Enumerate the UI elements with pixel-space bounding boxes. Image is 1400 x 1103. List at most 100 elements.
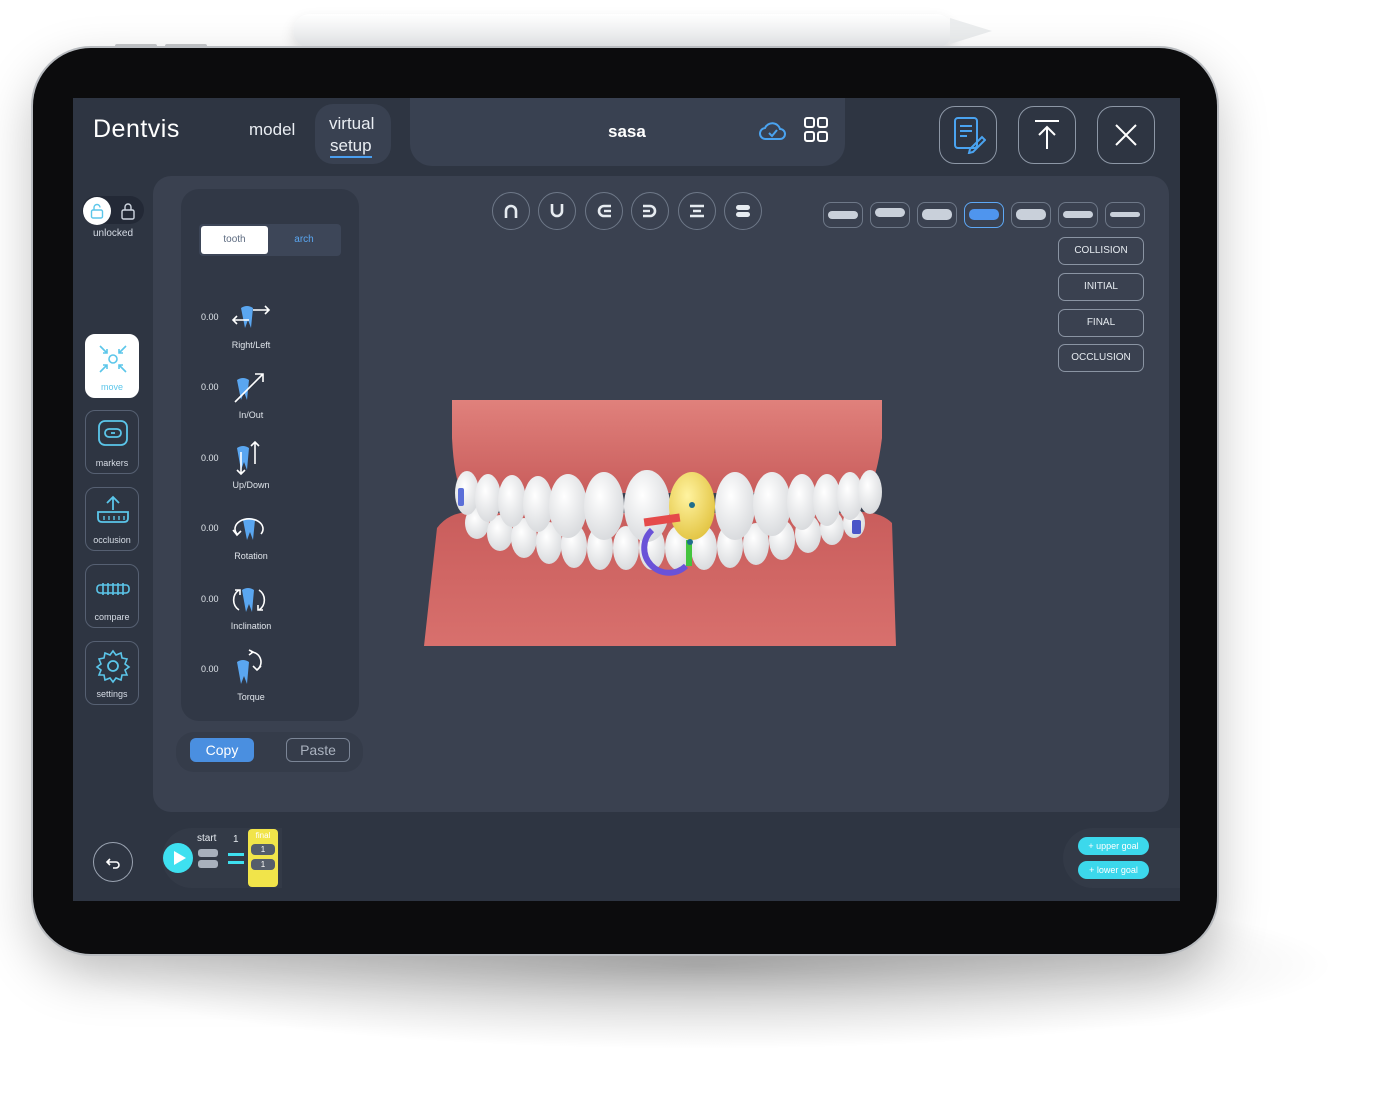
marker [458,488,464,506]
app-screen: Dentvis model virtual setup sasa unlocke… [73,98,1180,901]
layer-button-6[interactable] [1058,202,1098,228]
view-right-side-button[interactable] [585,192,623,230]
torque-label: Torque [237,692,265,702]
case-title: sasa [608,122,646,141]
layer-button-5[interactable] [1011,202,1051,228]
view-upper-arch-button[interactable] [492,192,530,230]
final-button[interactable]: FINAL [1058,309,1144,337]
segment-arch[interactable]: arch [269,226,339,254]
lower-goal-button[interactable]: + lower goal [1078,861,1149,879]
unlock-knob[interactable] [83,197,111,225]
layer-bar [1016,209,1046,220]
compare-icon [96,583,130,595]
timeline-connector-icon [228,853,244,864]
upload-button[interactable] [1018,106,1076,164]
grid-icon[interactable] [803,116,829,144]
left-side-icon [643,204,657,218]
torque-icon[interactable] [229,648,269,688]
lower-arch-icon [550,204,564,218]
collision-button[interactable]: COLLISION [1058,237,1144,265]
right-left-icon[interactable] [229,302,273,332]
layer-button-7[interactable] [1105,202,1145,228]
up-down-label: Up/Down [232,480,270,490]
final-upper-step[interactable]: 1 [251,844,275,855]
nav-virtual-label: virtual [329,114,375,133]
cloud-check-icon[interactable] [759,120,787,142]
in-out-label: In/Out [238,410,264,420]
layer-button-1[interactable] [823,202,863,228]
segment-tooth[interactable]: tooth [201,226,268,254]
rotation-label: Rotation [234,551,268,561]
tool-settings[interactable]: settings [85,641,139,705]
view-front-button[interactable] [724,192,762,230]
occlusion-button[interactable]: OCCLUSION [1058,344,1144,372]
tool-markers-label: markers [95,458,129,468]
report-edit-icon [954,117,986,154]
layer-bar [1110,212,1140,217]
tool-move-label: move [100,382,123,392]
upload-icon [1035,120,1059,149]
tool-markers[interactable]: markers [85,410,139,474]
lock-status-label: unlocked [92,228,134,239]
close-icon [1115,124,1137,146]
marker [852,520,861,534]
inclination-icon[interactable] [229,582,269,618]
timeline-step-label: 1 [233,834,239,845]
apple-pencil [293,14,953,48]
layer-bar [875,208,905,217]
front-icon [736,205,750,217]
undo-button[interactable] [93,842,133,882]
layer-bar [1063,211,1093,218]
play-button[interactable] [163,843,193,873]
layer-button-4[interactable] [964,202,1004,228]
timeline-final-label: final [255,831,271,840]
rotation-icon[interactable] [229,512,269,546]
unlock-icon [90,203,104,219]
move-icon [99,345,127,373]
inclination-label: Inclination [230,621,272,631]
markers-icon [98,420,128,446]
rotation-value[interactable]: 0.00 [201,523,219,533]
timeline-steps-icon[interactable] [197,848,223,870]
inclination-value[interactable]: 0.00 [201,594,219,604]
nav-model[interactable]: model [249,120,295,140]
copy-button[interactable]: Copy [190,738,254,762]
nav-setup-label: setup [330,136,372,158]
undo-icon [105,858,120,869]
upper-arch-icon [504,204,518,218]
right-left-value[interactable]: 0.00 [201,312,219,322]
initial-button[interactable]: INITIAL [1058,273,1144,301]
tool-occlusion[interactable]: occlusion [85,487,139,551]
right-left-label: Right/Left [231,340,271,350]
up-down-icon[interactable] [229,438,269,478]
play-icon [174,851,186,865]
timeline-start-label: start [197,833,217,844]
layer-button-2[interactable] [870,202,910,228]
gear-icon [95,649,131,684]
tool-move[interactable]: move [85,334,139,398]
report-button[interactable] [939,106,997,164]
upper-goal-button[interactable]: + upper goal [1078,837,1149,855]
close-button[interactable] [1097,106,1155,164]
dental-3d-model[interactable] [422,398,898,648]
view-left-side-button[interactable] [631,192,669,230]
nav-virtual-setup[interactable]: virtual setup [315,104,391,164]
in-out-value[interactable]: 0.00 [201,382,219,392]
both-arches-icon [690,204,704,218]
up-down-value[interactable]: 0.00 [201,453,219,463]
tool-settings-label: settings [96,689,128,699]
layer-bar [828,211,858,219]
paste-button[interactable]: Paste [286,738,350,762]
tool-compare[interactable]: compare [85,564,139,628]
view-lower-arch-button[interactable] [538,192,576,230]
right-side-icon [597,204,611,218]
layer-button-3[interactable] [917,202,957,228]
tool-compare-label: compare [94,612,130,622]
in-out-icon[interactable] [229,370,269,406]
view-both-arches-button[interactable] [678,192,716,230]
torque-value[interactable]: 0.00 [201,664,219,674]
final-lower-step[interactable]: 1 [251,859,275,870]
lock-icon[interactable] [120,202,136,220]
occlusion-icon [97,495,129,523]
layer-bar [969,209,999,220]
